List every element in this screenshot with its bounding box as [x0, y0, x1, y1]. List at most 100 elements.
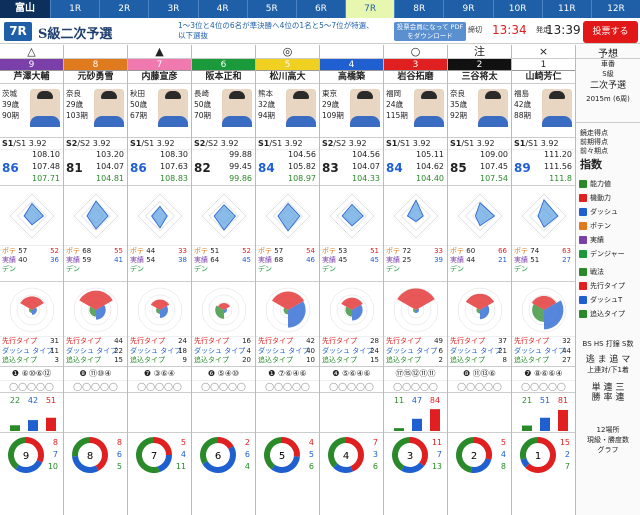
- score-3: 107.71: [32, 174, 60, 183]
- class-prev: /S1: [13, 139, 27, 148]
- ability-row-3: デン: [130, 265, 189, 274]
- potential-text: ポテン: [590, 222, 611, 230]
- win-rate-bar: [540, 417, 550, 431]
- ability-radar: [448, 186, 511, 246]
- lead-value: 37: [498, 337, 507, 345]
- radar-svg: [201, 193, 247, 239]
- racer-column: 注 2 三谷将太 奈良 35歳 92期 S1/S1 3.92 85 109.00 1…: [448, 45, 512, 515]
- lead-label: 先行タイプ: [2, 337, 37, 345]
- legend-dashT: ダッシュT: [576, 293, 640, 307]
- legend-lead: 先行タイプ: [576, 279, 640, 293]
- donut-value: 7: [373, 438, 378, 447]
- tactic-values: 先行タイプ 49 ダッシュ タイプ 6 追込タイプ 2: [384, 337, 447, 367]
- tactic-help-icon[interactable]: [579, 268, 587, 276]
- recent-marks: ◯◯◯◯◯: [256, 381, 319, 393]
- racer-photo: [542, 89, 572, 127]
- radar-svg: [9, 193, 55, 239]
- chase-row: 追込タイプ 15: [66, 356, 125, 366]
- racer-photo: [478, 89, 508, 127]
- bars-svg: 21 51 81: [522, 396, 568, 431]
- potential-label: ポテ: [322, 247, 336, 255]
- tab-2r[interactable]: 2R: [99, 0, 148, 18]
- age: 50歳: [194, 100, 212, 109]
- score-2: 107.48: [32, 162, 60, 171]
- tab-8r[interactable]: 8R: [394, 0, 443, 18]
- tactic-svg: [265, 287, 311, 333]
- mobility-value: 54: [306, 247, 315, 255]
- chase-value: 20: [242, 356, 251, 364]
- racer-name[interactable]: 岩谷拓磨: [384, 71, 447, 84]
- lead-label: 先行タイプ: [130, 337, 165, 345]
- tab-4r[interactable]: 4R: [197, 0, 247, 18]
- racer-photo: [286, 89, 316, 127]
- racer-name[interactable]: 松川高大: [256, 71, 319, 84]
- recent-results: ❶ ⑦⑥④⑥: [256, 367, 319, 381]
- dash-value: 27: [562, 256, 571, 264]
- radar-shape: [213, 204, 236, 231]
- ability-values: ポテ 57 52 実績 40 36 デン: [0, 246, 63, 282]
- prefecture: 秋田: [130, 89, 145, 98]
- mobility-value: 33: [178, 247, 187, 255]
- win-rate-bars: [320, 393, 383, 433]
- score-3: 108.83: [160, 174, 188, 183]
- score-1: 99.88: [229, 150, 252, 159]
- class-row: S2/S2 3.92: [64, 138, 127, 150]
- race-grade: 二次予選 2015m (6周): [576, 79, 640, 123]
- donut-value: 6: [117, 450, 122, 459]
- record-label: 実績: [386, 256, 400, 264]
- tab-5r[interactable]: 5R: [246, 0, 296, 18]
- racer-name[interactable]: 山崎芳仁: [512, 71, 575, 84]
- leg-power: 86: [130, 161, 147, 175]
- chase-label: 追込タイプ: [2, 356, 37, 364]
- donut-svg: 5 4 5 6: [264, 437, 314, 473]
- class: S1: [130, 139, 142, 148]
- danger-swatch: [579, 250, 587, 258]
- chase-row: 追込タイプ 8: [450, 356, 509, 366]
- chase-row: 追込タイプ 10: [258, 356, 317, 366]
- help-icon[interactable]: [579, 180, 587, 188]
- donut-svg: 8 8 6 5: [72, 437, 122, 473]
- tab-12r[interactable]: 12R: [590, 0, 640, 18]
- tab-10r[interactable]: 10R: [492, 0, 542, 18]
- prediction-header: 予想: [576, 45, 640, 60]
- danger-label: デン: [322, 265, 336, 273]
- bars-svg: 22 42 51: [10, 396, 56, 431]
- racer-name[interactable]: 三谷将太: [448, 71, 511, 84]
- racer-name[interactable]: 芦澤大輔: [0, 71, 63, 84]
- racer-name[interactable]: 阪本正和: [192, 71, 255, 84]
- racer-column: ○ 3 岩谷拓磨 福岡 24歳 115期 S1/S1 3.92 84 105.11 …: [384, 45, 448, 515]
- ability-row-2: 実績 45 45: [322, 256, 381, 265]
- lead-value: 28: [370, 337, 379, 345]
- ability-radar: [64, 186, 127, 246]
- vote-button[interactable]: 投票する: [583, 21, 638, 43]
- tab-3r[interactable]: 3R: [148, 0, 197, 18]
- win-rate-label: 42: [28, 396, 38, 405]
- tab-9r[interactable]: 9R: [443, 0, 492, 18]
- donut-segment: [333, 463, 353, 473]
- score-block: 82 99.88 99.45 99.86: [192, 150, 255, 186]
- racer-name[interactable]: 内藤宣彦: [128, 71, 191, 84]
- tab-7r[interactable]: 7R: [345, 0, 395, 18]
- tactic-svg: [521, 287, 567, 333]
- tab-6r[interactable]: 6R: [295, 0, 345, 18]
- class: S1: [514, 139, 526, 148]
- score-label: 鏡走得点: [580, 129, 608, 137]
- racer-name[interactable]: 元砂勇雪: [64, 71, 127, 84]
- racer-name[interactable]: 高橋築: [320, 71, 383, 84]
- record-label: 実績: [2, 256, 16, 264]
- tab-11r[interactable]: 11R: [541, 0, 591, 18]
- prefecture: 長崎: [194, 89, 209, 98]
- index-label: 指数: [580, 158, 602, 171]
- score-2: 104.62: [416, 162, 444, 171]
- class-prev: /S1: [397, 139, 411, 148]
- prefecture: 福岡: [386, 89, 401, 98]
- recent-results: ❽ ⑪⑬⑥: [448, 367, 511, 381]
- gear-ratio: 3.92: [284, 139, 303, 148]
- pdf-download-button[interactable]: 投票会員になって PDFをダウンロード: [394, 22, 466, 41]
- dash-row: ダッシュ タイプ 21: [450, 347, 509, 357]
- recent-results: ❹ ⑤⑥④⑥: [320, 367, 383, 381]
- tab-1r[interactable]: 1R: [50, 0, 99, 18]
- prediction-mark: [320, 45, 383, 59]
- ability-row-1: ポテ 68 55: [66, 247, 125, 256]
- score-1: 108.10: [32, 150, 60, 159]
